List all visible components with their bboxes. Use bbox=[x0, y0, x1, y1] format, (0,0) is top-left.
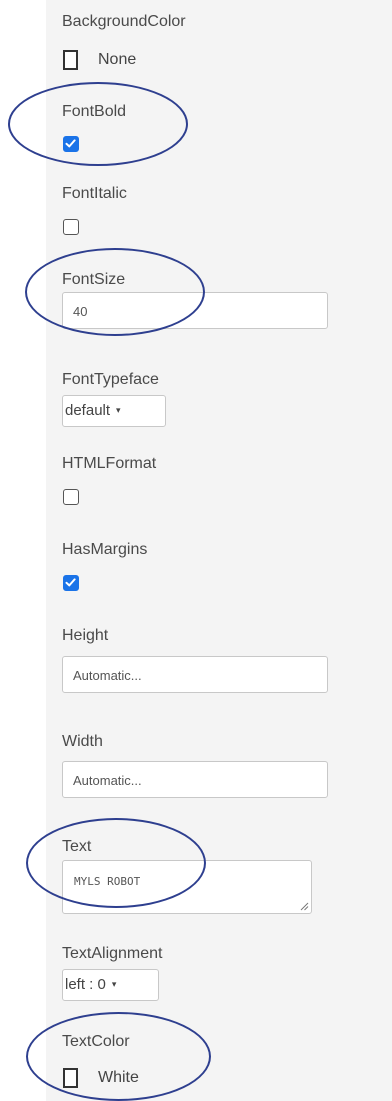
width-label: Width bbox=[62, 733, 103, 750]
font-typeface-value: default bbox=[65, 402, 111, 419]
font-typeface-dropdown[interactable]: default ▾ bbox=[62, 395, 166, 427]
background-color-swatch[interactable] bbox=[63, 50, 78, 70]
chevron-down-icon: ▾ bbox=[111, 979, 117, 989]
has-margins-label: HasMargins bbox=[62, 541, 148, 558]
text-value: MYLS ROBOT bbox=[74, 875, 141, 888]
html-format-label: HTMLFormat bbox=[62, 455, 157, 472]
check-icon bbox=[65, 139, 76, 148]
height-input[interactable]: Automatic... bbox=[62, 656, 328, 693]
font-bold-checkbox[interactable] bbox=[63, 136, 79, 152]
font-size-label: FontSize bbox=[62, 271, 126, 288]
has-margins-checkbox[interactable] bbox=[63, 575, 79, 591]
background-color-label: BackgroundColor bbox=[62, 13, 186, 30]
resize-handle-icon[interactable] bbox=[299, 901, 309, 911]
font-bold-label: FontBold bbox=[62, 103, 127, 120]
text-input[interactable]: MYLS ROBOT bbox=[62, 860, 312, 914]
html-format-checkbox[interactable] bbox=[63, 489, 79, 505]
text-label: Text bbox=[62, 838, 92, 855]
text-alignment-dropdown[interactable]: left : 0 ▾ bbox=[62, 969, 159, 1001]
font-italic-checkbox[interactable] bbox=[63, 219, 79, 235]
text-alignment-value: left : 0 bbox=[65, 976, 106, 993]
text-color-swatch[interactable] bbox=[63, 1068, 78, 1088]
background-color-value[interactable]: None bbox=[98, 50, 136, 70]
font-size-input[interactable]: 40 bbox=[62, 292, 328, 329]
text-color-value[interactable]: White bbox=[98, 1068, 139, 1088]
text-alignment-label: TextAlignment bbox=[62, 945, 163, 962]
chevron-down-icon: ▾ bbox=[116, 405, 121, 415]
text-color-label: TextColor bbox=[62, 1033, 130, 1050]
width-input[interactable]: Automatic... bbox=[62, 761, 328, 798]
font-typeface-label: FontTypeface bbox=[62, 371, 159, 388]
font-italic-label: FontItalic bbox=[62, 185, 127, 202]
height-label: Height bbox=[62, 627, 109, 644]
check-icon bbox=[65, 578, 76, 587]
